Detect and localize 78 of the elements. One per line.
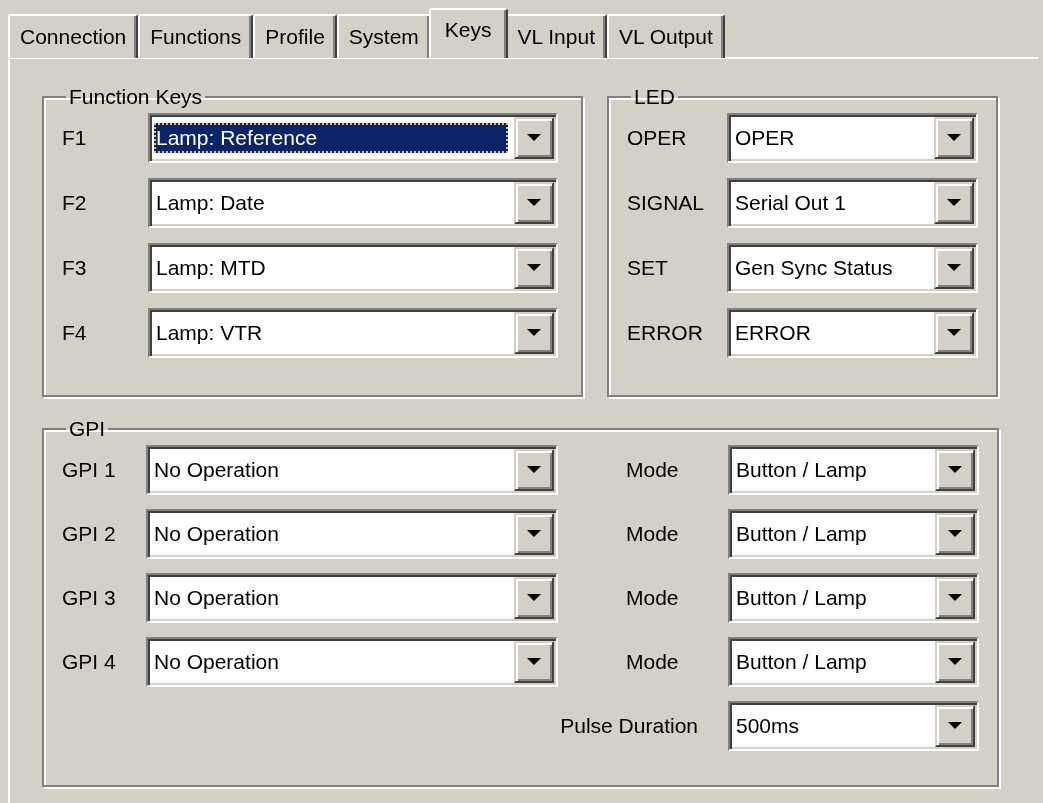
field-label: GPI 1	[62, 458, 117, 482]
dropdown[interactable]: No Operation	[146, 573, 558, 623]
caret-icon	[948, 530, 962, 538]
dropdown[interactable]: Lamp: MTD	[148, 243, 558, 293]
dropdown-arrow-button[interactable]	[934, 182, 974, 224]
tab[interactable]: System	[336, 14, 431, 58]
tab[interactable]: VL Output	[607, 14, 725, 58]
dropdown-arrow-button[interactable]	[935, 641, 975, 683]
caret-icon	[527, 329, 541, 337]
dropdown[interactable]: Lamp: VTR	[148, 308, 558, 358]
dropdown-arrow-button[interactable]	[514, 312, 554, 354]
dropdown[interactable]: OPER	[727, 113, 978, 163]
field-label: GPI 4	[62, 650, 117, 674]
dropdown[interactable]: 500ms	[728, 701, 979, 751]
field-label: Pulse Duration	[560, 714, 699, 738]
group-title: Function Keys	[68, 85, 204, 109]
dropdown-arrow-button[interactable]	[935, 577, 975, 619]
dropdown-arrow-button[interactable]	[514, 449, 554, 491]
dropdown[interactable]: No Operation	[146, 445, 558, 495]
field-label: F3	[62, 256, 88, 280]
tab[interactable]: Connection	[8, 14, 139, 58]
dropdown[interactable]: No Operation	[146, 509, 558, 559]
dropdown[interactable]: Lamp: Date	[148, 178, 558, 228]
caret-icon	[527, 264, 541, 272]
caret-icon	[527, 530, 541, 538]
field-label: SIGNAL	[627, 191, 706, 215]
dropdown[interactable]: Button / Lamp	[728, 637, 979, 687]
dropdown-arrow-button[interactable]	[935, 705, 975, 747]
caret-icon	[527, 658, 541, 666]
field-label: Mode	[625, 522, 680, 546]
dropdown[interactable]: ERROR	[727, 308, 978, 358]
caret-icon	[948, 466, 962, 474]
caret-icon	[948, 658, 962, 666]
group-title: GPI	[68, 417, 107, 441]
caret-icon	[948, 594, 962, 602]
dropdown[interactable]: Button / Lamp	[728, 445, 979, 495]
caret-icon	[947, 264, 961, 272]
field-label: Mode	[625, 586, 680, 610]
caret-icon	[527, 466, 541, 474]
field-label: Mode	[625, 458, 680, 482]
tab[interactable]: Profile	[253, 14, 337, 58]
dropdown-arrow-button[interactable]	[514, 513, 554, 555]
tab[interactable]: Functions	[138, 14, 254, 58]
dropdown[interactable]: Serial Out 1	[727, 178, 978, 228]
dropdown-arrow-button[interactable]	[935, 449, 975, 491]
dropdown-arrow-button[interactable]	[514, 117, 554, 159]
group-title: LED	[633, 85, 676, 109]
caret-icon	[948, 722, 962, 730]
dropdown[interactable]: Button / Lamp	[728, 509, 979, 559]
caret-icon	[947, 329, 961, 337]
dropdown-arrow-button[interactable]	[514, 247, 554, 289]
dropdown-arrow-button[interactable]	[514, 182, 554, 224]
dropdown-arrow-button[interactable]	[934, 247, 974, 289]
tab[interactable]: VL Input	[505, 14, 607, 58]
dropdown-arrow-button[interactable]	[514, 641, 554, 683]
field-label: F2	[62, 191, 88, 215]
dropdown[interactable]: Lamp: Reference	[148, 113, 558, 163]
dropdown-arrow-button[interactable]	[935, 513, 975, 555]
caret-icon	[947, 199, 961, 207]
field-label: GPI 3	[62, 586, 117, 610]
dropdown[interactable]: Button / Lamp	[728, 573, 979, 623]
dropdown-arrow-button[interactable]	[934, 312, 974, 354]
field-label: OPER	[627, 126, 688, 150]
field-label: Mode	[625, 650, 680, 674]
dropdown[interactable]: No Operation	[146, 637, 558, 687]
caret-icon	[527, 594, 541, 602]
field-label: F4	[62, 321, 88, 345]
caret-icon	[527, 199, 541, 207]
field-label: ERROR	[627, 321, 704, 345]
caret-icon	[527, 134, 541, 142]
caret-icon	[947, 134, 961, 142]
dropdown-arrow-button[interactable]	[934, 117, 974, 159]
dropdown-arrow-button[interactable]	[514, 577, 554, 619]
field-label: SET	[627, 256, 669, 280]
field-label: F1	[62, 126, 88, 150]
dropdown[interactable]: Gen Sync Status	[727, 243, 978, 293]
tab[interactable]: Keys	[428, 8, 508, 58]
field-label: GPI 2	[62, 522, 117, 546]
